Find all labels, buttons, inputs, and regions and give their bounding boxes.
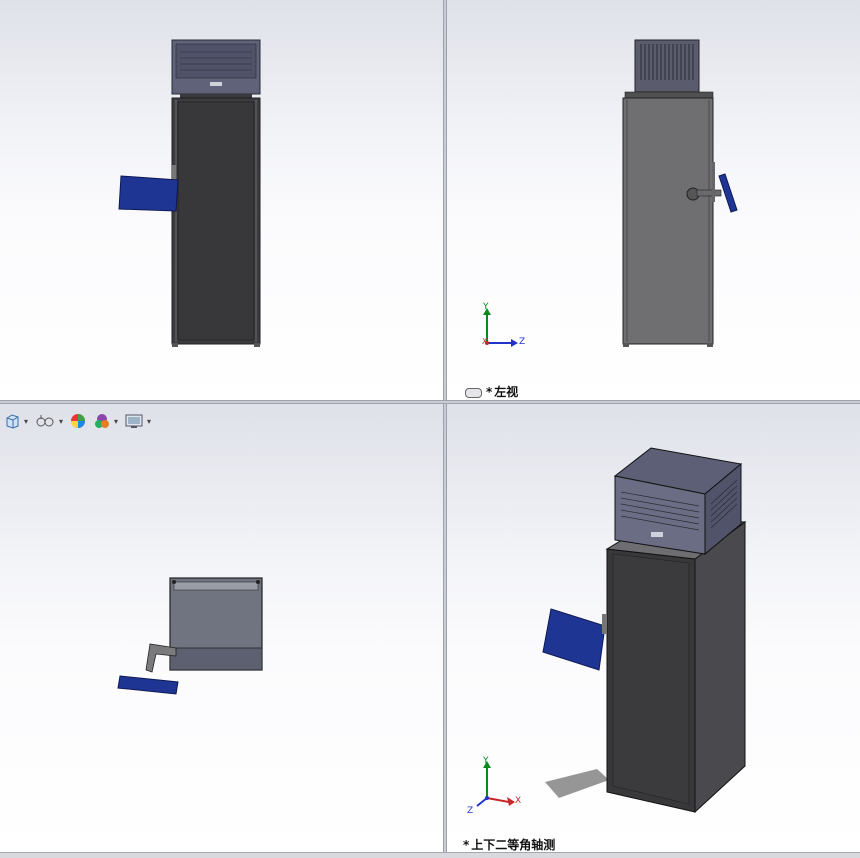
- triad-z-label: Z: [467, 806, 474, 816]
- appearance-icon[interactable]: [70, 413, 86, 429]
- view-orientation-icon[interactable]: [4, 413, 20, 429]
- viewport-splitter-horizontal[interactable]: [0, 400, 860, 404]
- triad-y-label: Y: [483, 756, 489, 766]
- view-label-text: 上下二等角轴测: [471, 838, 556, 852]
- triad-y-label: Y: [483, 302, 489, 312]
- status-strip: [0, 852, 860, 858]
- chevron-down-icon[interactable]: ▾: [59, 417, 63, 426]
- view-label-text: 左视: [494, 385, 519, 399]
- view-label-star: *: [486, 385, 493, 399]
- view-settings-icon[interactable]: [125, 413, 143, 429]
- triad-z-label: Z: [519, 337, 526, 347]
- top-view-model: [117, 577, 263, 695]
- coordinate-triad: [483, 308, 518, 347]
- front-view-model: [118, 39, 261, 347]
- left-view-model: [483, 39, 738, 347]
- viewport-isometric[interactable]: Y X Z * 上下二等角轴测: [447, 404, 860, 852]
- view-link-icon: [465, 387, 482, 398]
- chevron-down-icon[interactable]: ▾: [147, 417, 151, 426]
- viewport-front[interactable]: [0, 0, 443, 400]
- view-label-star: *: [463, 838, 470, 852]
- viewport-splitter-vertical[interactable]: [443, 0, 447, 852]
- chevron-down-icon[interactable]: ▾: [114, 417, 118, 426]
- triad-x-label: X: [515, 796, 522, 806]
- heads-up-toolbar: ▾ ▾ ▾ ▾: [4, 410, 156, 432]
- view-label-iso: * 上下二等角轴测: [463, 836, 555, 852]
- viewport-left[interactable]: Y Z X * 左视: [447, 0, 860, 400]
- isometric-view-model: [476, 447, 747, 814]
- viewport-top[interactable]: ▾ ▾ ▾ ▾: [0, 404, 443, 852]
- chevron-down-icon[interactable]: ▾: [24, 417, 28, 426]
- triad-x-label: X: [482, 337, 488, 346]
- display-style-icon[interactable]: [35, 413, 55, 429]
- scene-icon[interactable]: [94, 413, 110, 429]
- view-label-left: * 左视: [465, 383, 518, 400]
- coordinate-triad: [476, 761, 515, 807]
